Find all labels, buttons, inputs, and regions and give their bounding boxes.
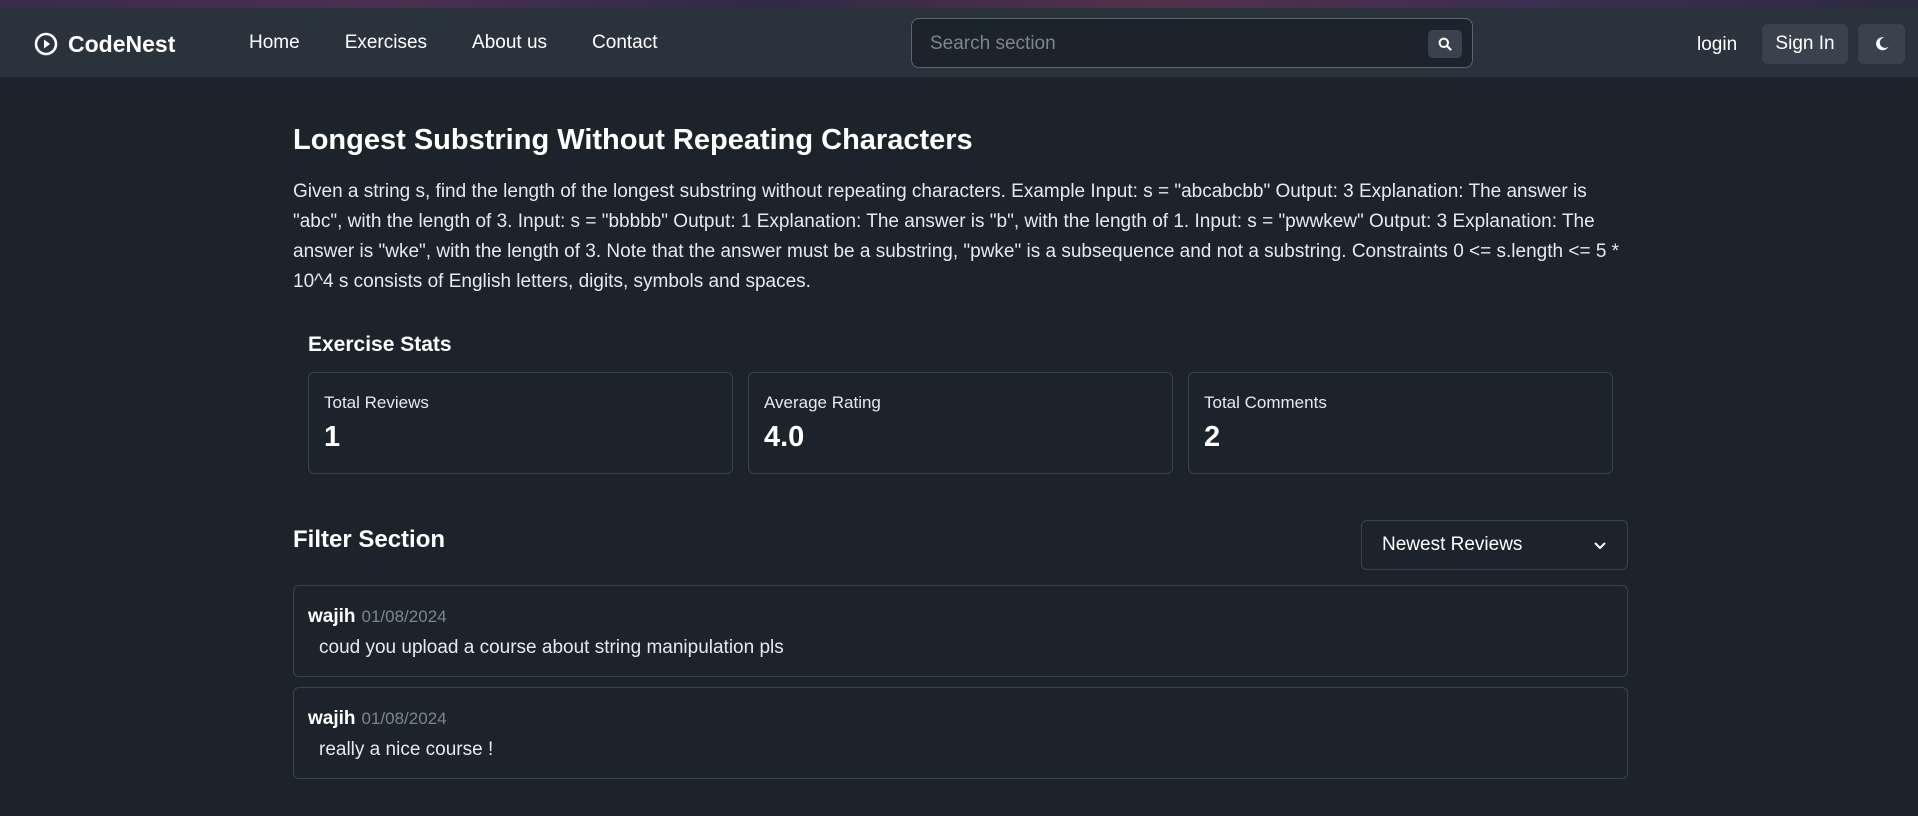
exercise-description: Given a string s, find the length of the… bbox=[293, 181, 1620, 292]
search-button[interactable] bbox=[1428, 30, 1462, 58]
review-text: really a nice course ! bbox=[319, 739, 494, 760]
stat-card-total-reviews: Total Reviews 1 bbox=[308, 372, 733, 474]
review-date: 01/08/2024 bbox=[361, 607, 447, 626]
exercise-title: Longest Substring Without Repeating Char… bbox=[293, 124, 973, 156]
sign-in-button[interactable]: Sign In bbox=[1762, 24, 1848, 64]
theme-toggle-button[interactable] bbox=[1858, 24, 1905, 64]
review-item: wajih 01/08/2024 really a nice course ! bbox=[293, 687, 1628, 779]
search-icon bbox=[1438, 37, 1452, 51]
review-date: 01/08/2024 bbox=[361, 709, 447, 728]
review-item: wajih 01/08/2024 coud you upload a cours… bbox=[293, 585, 1628, 677]
stats-title: Exercise Stats bbox=[308, 333, 452, 356]
stat-card-total-comments: Total Comments 2 bbox=[1188, 372, 1613, 474]
search-input[interactable] bbox=[930, 31, 1410, 57]
stat-value: 1 bbox=[324, 421, 341, 453]
browser-top-strip bbox=[0, 0, 1918, 8]
review-user: wajih bbox=[308, 708, 356, 729]
sort-select-value: Newest Reviews bbox=[1382, 534, 1523, 555]
nav-link-exercises[interactable]: Exercises bbox=[345, 32, 427, 54]
review-header: wajih 01/08/2024 bbox=[308, 606, 447, 628]
nav-link-contact[interactable]: Contact bbox=[592, 32, 657, 54]
play-circle-icon bbox=[34, 32, 58, 56]
filter-title: Filter Section bbox=[293, 526, 446, 553]
review-user: wajih bbox=[308, 606, 356, 627]
stat-card-average-rating: Average Rating 4.0 bbox=[748, 372, 1173, 474]
stat-label: Total Comments bbox=[1204, 393, 1327, 412]
chevron-down-icon bbox=[1594, 542, 1606, 549]
nav-links: Home Exercises About us Contact bbox=[249, 32, 703, 54]
stat-label: Total Reviews bbox=[324, 393, 429, 412]
moon-icon bbox=[1875, 37, 1888, 51]
sort-select[interactable]: Newest Reviews bbox=[1361, 520, 1628, 570]
review-text: coud you upload a course about string ma… bbox=[319, 637, 784, 658]
search-box bbox=[911, 18, 1473, 68]
brand-name: CodeNest bbox=[68, 30, 176, 57]
stat-value: 2 bbox=[1204, 421, 1221, 453]
review-header: wajih 01/08/2024 bbox=[308, 708, 447, 730]
nav-link-home[interactable]: Home bbox=[249, 32, 300, 54]
nav-link-about[interactable]: About us bbox=[472, 32, 547, 54]
stat-value: 4.0 bbox=[764, 421, 805, 453]
brand-logo[interactable]: CodeNest bbox=[34, 30, 175, 58]
stat-label: Average Rating bbox=[764, 393, 881, 412]
login-link[interactable]: login bbox=[1697, 34, 1737, 56]
navbar: CodeNest Home Exercises About us Contact… bbox=[0, 8, 1918, 78]
